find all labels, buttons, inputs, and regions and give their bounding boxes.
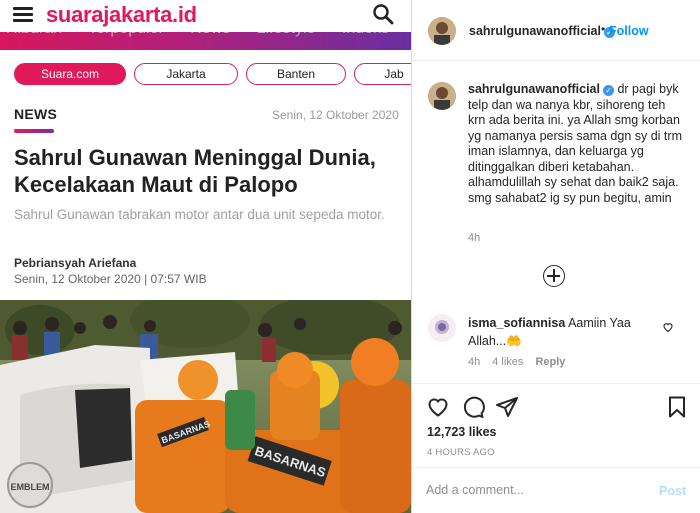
article-summary: Sahrul Gunawan tabrakan motor antar dua … bbox=[14, 207, 385, 222]
share-icon[interactable] bbox=[495, 395, 519, 419]
commenter-avatar[interactable] bbox=[428, 314, 456, 342]
comment-like-icon[interactable] bbox=[662, 320, 674, 333]
chip-jakarta[interactable]: Jakarta bbox=[134, 63, 238, 85]
post-comment-button[interactable]: Post bbox=[659, 484, 686, 498]
avatar[interactable] bbox=[428, 17, 456, 45]
comments-area[interactable]: sahrulgunawanofficial ✓ dr pagi byk telp … bbox=[412, 62, 700, 382]
add-comment-bar: Post bbox=[412, 467, 700, 513]
section-label[interactable]: NEWS bbox=[14, 106, 57, 122]
hamburger-menu-icon[interactable] bbox=[13, 4, 35, 26]
chip-suara[interactable]: Suara.com bbox=[14, 63, 126, 85]
post-caption: sahrulgunawanofficial ✓ dr pagi byk telp … bbox=[468, 82, 682, 206]
likes-count[interactable]: 12,723 likes bbox=[427, 425, 497, 439]
instagram-post-panel: sahrulgunawanofficial ✓ • Follow sahrulgu… bbox=[411, 0, 700, 513]
comment-emoji: 🤲 bbox=[506, 334, 522, 348]
caption-username[interactable]: sahrulgunawanofficial bbox=[468, 82, 600, 96]
comment-icon[interactable] bbox=[461, 395, 485, 419]
heart-icon[interactable] bbox=[426, 395, 450, 419]
article-headline: Sahrul Gunawan Meninggal Dunia, Kecelaka… bbox=[14, 145, 376, 197]
reply-button[interactable]: Reply bbox=[535, 356, 565, 368]
article-date: Senin, 12 Oktober 2020 bbox=[272, 108, 399, 122]
chip-jabar[interactable]: Jab bbox=[354, 63, 411, 85]
news-article-panel: Hiburan Terpopuler News Lifestyle Indeks… bbox=[0, 0, 411, 513]
caption-time[interactable]: 4h bbox=[468, 232, 480, 244]
post-username-text[interactable]: sahrulgunawanofficial bbox=[469, 24, 601, 38]
site-header: suarajakarta.id bbox=[0, 0, 411, 32]
bookmark-icon[interactable] bbox=[665, 395, 689, 419]
site-logo[interactable]: suarajakarta.id bbox=[46, 2, 197, 28]
article-photo: EMBLEM BASARNAS BASARNAS bbox=[0, 300, 411, 513]
article-datetime: Senin, 12 Oktober 2020 | 07:57 WIB bbox=[14, 272, 207, 286]
post-actions bbox=[412, 383, 700, 427]
post-username[interactable]: sahrulgunawanofficial ✓ bbox=[469, 24, 615, 38]
search-icon[interactable] bbox=[372, 3, 394, 25]
caption-avatar[interactable] bbox=[428, 82, 456, 110]
comment-meta: 4h 4 likes Reply bbox=[468, 356, 577, 368]
article-author[interactable]: Pebriansyah Ariefana bbox=[14, 256, 136, 270]
svg-text:EMBLEM: EMBLEM bbox=[11, 482, 50, 492]
chip-banten[interactable]: Banten bbox=[246, 63, 346, 85]
section-underline bbox=[14, 129, 54, 133]
verified-badge-icon: ✓ bbox=[602, 85, 614, 96]
post-age[interactable]: 4 HOURS AGO bbox=[427, 447, 495, 458]
comment-input[interactable] bbox=[426, 483, 646, 497]
post-header: sahrulgunawanofficial ✓ • Follow bbox=[412, 0, 700, 61]
screenshot-root: Hiburan Terpopuler News Lifestyle Indeks… bbox=[0, 0, 700, 513]
caption-text: dr pagi byk telp dan wa nanya kbr, sihor… bbox=[468, 82, 682, 205]
comment-time[interactable]: 4h bbox=[468, 356, 480, 368]
comment-likes[interactable]: 4 likes bbox=[492, 356, 523, 368]
separator-dot: • bbox=[601, 22, 606, 36]
load-more-comments-icon[interactable] bbox=[543, 265, 565, 287]
region-chips: Suara.com Jakarta Banten Jab bbox=[14, 63, 411, 87]
follow-button[interactable]: Follow bbox=[609, 24, 649, 38]
comment-username[interactable]: isma_sofiannisa bbox=[468, 316, 565, 330]
comment-item: isma_sofiannisa Aamiin Yaa Allah...🤲 bbox=[468, 314, 668, 350]
